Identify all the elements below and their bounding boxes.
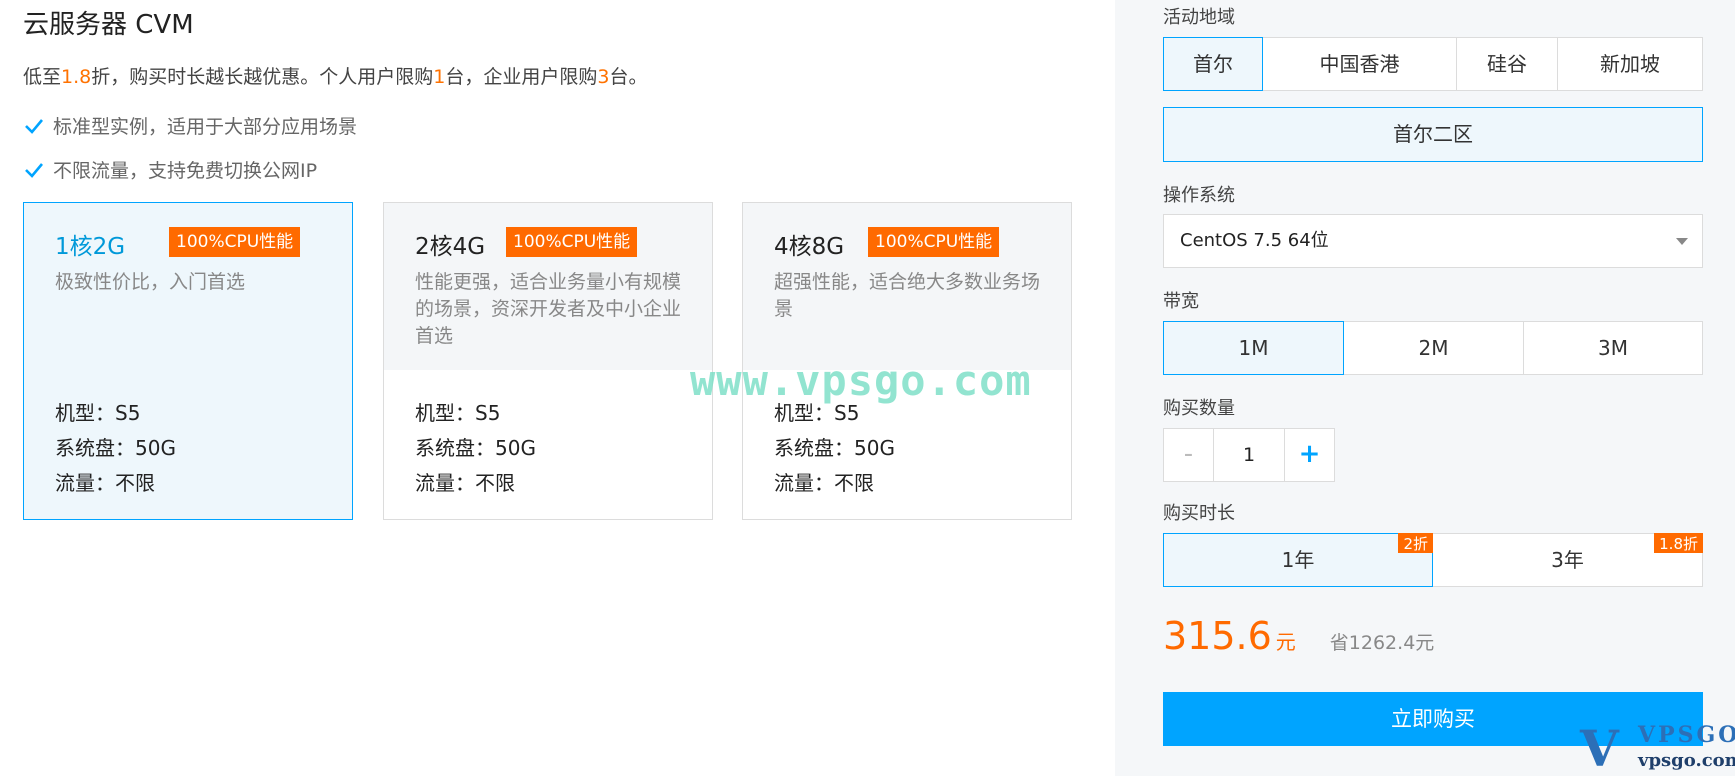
duration-selector: 1年 2折 3年 1.8折 [1163,533,1703,587]
bandwidth-option-1m[interactable]: 1M [1163,321,1344,375]
plan-model: 机型：S5 [55,401,141,425]
region-option-siliconvalley[interactable]: 硅谷 [1456,37,1558,91]
vpsgo-logo: V VPSGO vpsgo.com [1580,722,1735,776]
quantity-increase-button[interactable]: + [1284,429,1334,481]
duration-option-3y[interactable]: 3年 1.8折 [1432,533,1703,587]
os-label: 操作系统 [1163,185,1235,206]
price-summary: 315.6 元 省1262.4元 [1163,614,1434,658]
bandwidth-label: 带宽 [1163,291,1199,312]
region-label: 活动地域 [1163,7,1235,28]
plan-disk: 系统盘：50G [774,436,895,460]
bandwidth-option-2m[interactable]: 2M [1343,321,1524,375]
region-option-hongkong[interactable]: 中国香港 [1262,37,1457,91]
logo-text-top: VPSGO [1638,722,1735,748]
quantity-label: 购买数量 [1163,398,1235,419]
os-select[interactable]: CentOS 7.5 64位 [1163,214,1703,268]
os-select-value: CentOS 7.5 64位 [1180,230,1329,251]
quantity-value[interactable]: 1 [1214,429,1284,481]
savings-text: 省1262.4元 [1329,632,1435,654]
logo-text-bottom: vpsgo.com [1638,750,1735,771]
region-option-seoul[interactable]: 首尔 [1163,37,1263,91]
plan-spec: 1核2G [55,234,126,260]
region-selector: 首尔 中国香港 硅谷 新加坡 [1163,37,1703,91]
duration-option-label: 3年 [1551,548,1584,572]
bandwidth-selector: 1M 2M 3M [1163,321,1703,375]
subtitle-personal-limit: 1 [433,66,446,88]
plan-disk: 系统盘：50G [55,436,176,460]
plan-card-1c2g[interactable]: 1核2G 100%CPU性能 极致性价比，入门首选 机型：S5 系统盘：50G … [23,202,353,520]
feature-text: 不限流量，支持免费切换公网IP [53,160,318,182]
subtitle-text: 低至 [23,66,62,88]
plan-spec: 2核4G [415,234,486,260]
check-icon [25,162,43,178]
plan-desc: 超强性能，适合绝大多数业务场景 [774,271,1041,320]
cpu-tag: 100%CPU性能 [169,227,301,257]
watermark: www.vpsgo.com [690,356,1032,405]
plan-desc: 性能更强，适合业务量小有规模的场景，资深开发者及中小企业首选 [415,271,682,347]
quantity-stepper: - 1 + [1163,428,1335,482]
product-overview: 云服务器 CVM 低至1.8折，购买时长越长越优惠。个人用户限购1台，企业用户限… [0,0,1115,776]
plan-card-2c4g[interactable]: 2核4G 100%CPU性能 性能更强，适合业务量小有规模的场景，资深开发者及中… [383,202,713,520]
feature-item: 标准型实例，适用于大部分应用场景 [23,112,357,139]
zone-option[interactable]: 首尔二区 [1163,107,1703,162]
plan-model: 机型：S5 [415,401,501,425]
plan-traffic: 流量：不限 [415,471,515,495]
region-option-singapore[interactable]: 新加坡 [1557,37,1703,91]
duration-label: 购买时长 [1163,503,1235,524]
quantity-decrease-button[interactable]: - [1164,429,1214,481]
promo-subtitle: 低至1.8折，购买时长越长越优惠。个人用户限购1台，企业用户限购3台。 [23,62,647,89]
subtitle-enterprise-limit: 3 [597,66,610,88]
price-unit: 元 [1275,630,1296,654]
cpu-tag: 100%CPU性能 [506,227,638,257]
chevron-down-icon [1676,238,1688,245]
discount-badge: 1.8折 [1654,533,1703,553]
discount-badge: 2折 [1398,533,1433,553]
duration-option-1y[interactable]: 1年 2折 [1163,533,1433,587]
page-title: 云服务器 CVM [23,10,194,40]
price-value: 315.6 [1163,614,1272,658]
feature-text: 标准型实例，适用于大部分应用场景 [53,116,358,138]
plan-desc: 极致性价比，入门首选 [55,271,246,293]
plan-spec: 4核8G [774,234,845,260]
subtitle-text: 台，企业用户限购 [445,66,598,88]
subtitle-discount: 1.8 [61,66,92,88]
check-icon [25,118,43,134]
plan-disk: 系统盘：50G [415,436,536,460]
duration-option-label: 1年 [1281,548,1315,572]
feature-item: 不限流量，支持免费切换公网IP [23,156,317,183]
logo-mark: V [1580,719,1619,776]
bandwidth-option-3m[interactable]: 3M [1523,321,1703,375]
plan-traffic: 流量：不限 [774,471,874,495]
plan-traffic: 流量：不限 [55,471,155,495]
subtitle-text: 折，购买时长越长越优惠。个人用户限购 [91,66,434,88]
cpu-tag: 100%CPU性能 [868,227,1000,257]
subtitle-text: 台。 [609,66,648,88]
purchase-panel: 活动地域 首尔 中国香港 硅谷 新加坡 首尔二区 操作系统 CentOS 7.5… [1115,0,1735,776]
